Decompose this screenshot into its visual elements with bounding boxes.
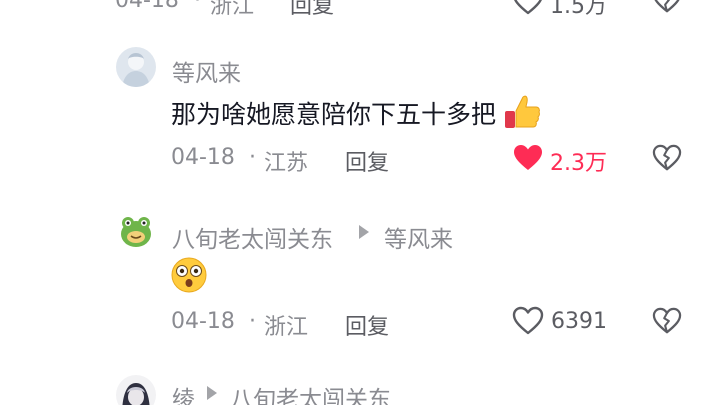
reply-button[interactable]: 回复 — [290, 0, 334, 20]
broken-heart-icon[interactable] — [652, 144, 682, 172]
comment-date: 04-18 — [115, 0, 179, 13]
comment-author[interactable]: 等风来 — [172, 54, 241, 88]
heart-outline-icon[interactable] — [512, 306, 544, 336]
like-count: 6391 — [551, 309, 607, 334]
heart-outline-icon[interactable] — [512, 0, 544, 16]
like-count: 2.3万 — [550, 151, 607, 176]
comment-author[interactable]: 八旬老太闯关东 — [172, 220, 333, 254]
thumbs-up-emoji — [503, 93, 543, 131]
reply-button[interactable]: 回复 — [345, 145, 389, 177]
surprised-face-emoji — [170, 256, 208, 294]
comment-item: 八旬老太闯关东 等风来 04-18 · 浙江 回复 6391 — [0, 208, 720, 341]
comment-location: 浙江 — [210, 0, 255, 19]
like-count: 1.5万 — [550, 0, 607, 19]
comment-date: 04-18 — [171, 145, 235, 170]
comment-text: 那为啥她愿意陪你下五十多把 — [171, 100, 497, 129]
comment-separator: · — [194, 0, 201, 13]
avatar[interactable] — [116, 212, 156, 252]
heart-filled-icon[interactable] — [512, 143, 544, 173]
comment-text-row: 那为啥她愿意陪你下五十多把 — [171, 93, 543, 133]
reply-to-author[interactable]: 等风来 — [384, 220, 453, 254]
triangle-right-icon — [207, 386, 217, 400]
comment-separator: · — [249, 145, 256, 170]
comment-location: 江苏 — [264, 151, 309, 176]
broken-heart-icon[interactable] — [652, 307, 682, 335]
comment-item: 等风来 那为啥她愿意陪你下五十多把 04-18 · 江苏 回复 2.3万 — [0, 40, 720, 180]
avatar[interactable] — [116, 47, 156, 87]
comment-author[interactable]: 绫 — [172, 380, 195, 405]
avatar[interactable] — [116, 375, 156, 405]
broken-heart-icon[interactable] — [652, 0, 682, 14]
comment-location: 浙江 — [264, 315, 309, 340]
comment-separator: · — [249, 309, 256, 334]
reply-button[interactable]: 回复 — [345, 309, 389, 341]
triangle-right-icon — [359, 225, 369, 239]
comment-item: 绫 八旬老太闯关东 — [0, 370, 720, 405]
comment-date: 04-18 — [171, 309, 235, 334]
reply-to-author[interactable]: 八旬老太闯关东 — [230, 380, 391, 405]
comment-item: 04-18 · 浙江 回复 1.5万 — [0, 0, 720, 22]
